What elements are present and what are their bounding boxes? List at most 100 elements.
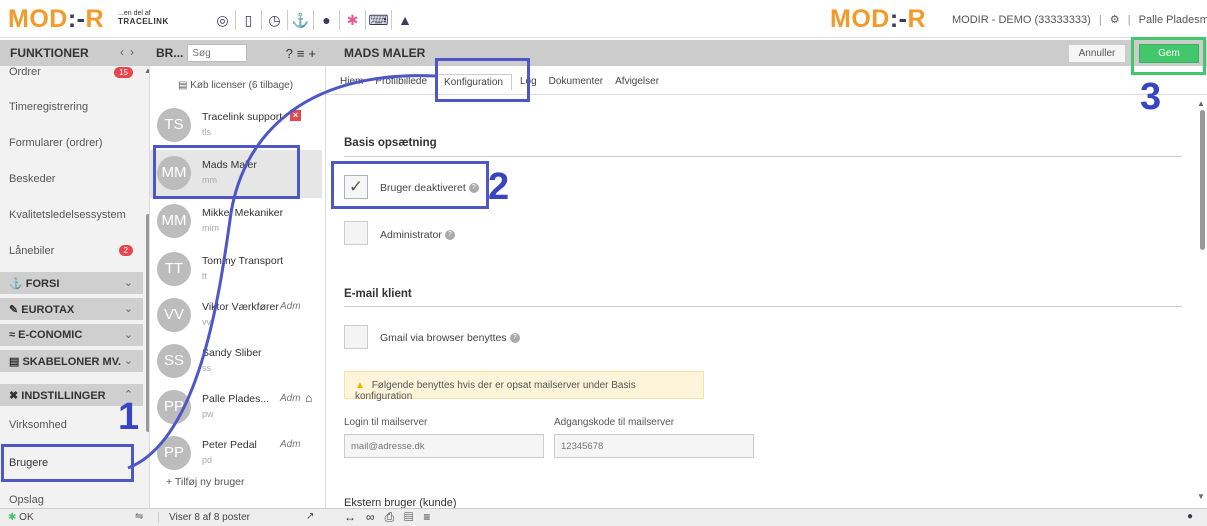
functions-title: FUNKTIONER bbox=[10, 46, 89, 60]
gmail-label: Gmail via browser benyttes? bbox=[380, 332, 520, 344]
step-number-2: 2 bbox=[488, 166, 510, 208]
gear-icon[interactable]: ⚙ bbox=[1110, 14, 1120, 26]
filter-icon[interactable]: ⇋ bbox=[135, 511, 143, 522]
scroll-down-icon[interactable]: ▼ bbox=[1197, 492, 1205, 501]
tab-hjem[interactable]: Hjem bbox=[340, 74, 363, 90]
avatar: TT bbox=[157, 252, 191, 286]
user-name: Viktor Værkfører bbox=[202, 301, 279, 313]
sidebar-item-ordrer[interactable]: Ordrer 15 bbox=[0, 66, 143, 78]
status-tools: ↔∞⎙▤≡ bbox=[344, 510, 440, 525]
sidebar-item-beskeder[interactable]: Beskeder bbox=[0, 173, 143, 185]
section-divider bbox=[344, 156, 1182, 157]
status-bar: ✱ OK ⇋ Viser 8 af 8 poster ↗ ↔∞⎙▤≡ ● bbox=[0, 508, 1207, 526]
user-initials: ss bbox=[202, 363, 211, 373]
anchor-icon: ⚓ bbox=[9, 278, 23, 290]
buy-licenses-button[interactable]: ▤ Køb licenser (6 tilbage) bbox=[178, 80, 293, 91]
user-row[interactable]: SS Sandy Sliber ss bbox=[150, 338, 322, 386]
user-name[interactable]: Palle Pladesmed bbox=[1139, 14, 1207, 26]
user-row[interactable]: VV Viktor Værkfører vv Adm bbox=[150, 292, 322, 340]
highlight-mads-maler bbox=[153, 145, 300, 199]
top-bar: MOD:-R ...en del af TRACELINK ◎ ▯ ◷ ⚓ ● … bbox=[0, 0, 1207, 38]
add-icon[interactable]: + bbox=[308, 46, 320, 61]
section-divider bbox=[344, 306, 1182, 307]
keyboard-icon[interactable]: ⌨ bbox=[366, 10, 392, 30]
user-initials: tt bbox=[202, 271, 208, 281]
print-icon[interactable]: ⎙ bbox=[385, 510, 405, 524]
anchor-icon[interactable]: ⚓ bbox=[288, 10, 314, 30]
section-eurotax[interactable]: ✎ EUROTAX ⌄ bbox=[0, 298, 143, 320]
warning-icon[interactable]: ▲ bbox=[392, 10, 418, 30]
user-role: Adm bbox=[280, 301, 301, 312]
user-row[interactable]: TT Tommy Transport tt bbox=[150, 246, 322, 294]
user-name: Mikkel Mekaniker bbox=[202, 207, 284, 219]
apps-icon[interactable]: ✱ bbox=[340, 10, 366, 30]
add-user-button[interactable]: + Tilføj ny bruger bbox=[166, 476, 245, 488]
scroll-up-icon[interactable]: ▲ bbox=[1197, 99, 1205, 108]
modir-logo[interactable]: MOD:-R bbox=[8, 5, 104, 34]
chat-icon[interactable]: ● bbox=[1187, 511, 1193, 522]
menu-icon[interactable]: ≡ bbox=[423, 510, 440, 524]
tab-profilbillede[interactable]: Profilbillede bbox=[375, 74, 427, 90]
password-input[interactable] bbox=[554, 434, 754, 458]
sidebar-item-kvalitet[interactable]: Kvalitetsledelsessystem bbox=[0, 209, 143, 221]
user-row[interactable]: TS Tracelink support tls × bbox=[150, 102, 322, 150]
sidebar: ▲ Ordrer 15 Timeregistrering Formularer … bbox=[0, 66, 150, 508]
step-number-1: 1 bbox=[118, 396, 140, 438]
search-input[interactable] bbox=[187, 44, 248, 62]
tracelink-sublogo: ...en del af TRACELINK bbox=[118, 10, 169, 26]
tab-afvigelser[interactable]: Afvigelser bbox=[615, 74, 659, 90]
main-scrollbar[interactable] bbox=[1200, 110, 1205, 250]
pdf-icon[interactable]: ▤ bbox=[404, 510, 423, 524]
layers-icon[interactable]: ≡ bbox=[297, 46, 309, 61]
user-name: Palle Plades... bbox=[202, 393, 270, 405]
collapse-chevrons-icon[interactable]: ‹› bbox=[120, 45, 140, 59]
list-title: BR... bbox=[156, 46, 184, 60]
chart-icon: ≈ bbox=[9, 329, 16, 341]
user-row[interactable]: PP Palle Plades... pw Adm ⌂ bbox=[150, 384, 322, 432]
highlight-konfiguration-tab bbox=[435, 58, 530, 102]
section-forsi[interactable]: ⚓ FORSI ⌄ bbox=[0, 272, 143, 294]
user-role: Adm bbox=[280, 393, 301, 404]
page-title: MADS MALER bbox=[344, 46, 426, 60]
cancel-button[interactable]: Annuller bbox=[1068, 44, 1126, 63]
section-title-basis: Basis opsætning bbox=[344, 137, 437, 149]
user-list: ▤ Køb licenser (6 tilbage) TS Tracelink … bbox=[150, 66, 326, 508]
width-icon[interactable]: ↔ bbox=[344, 510, 366, 524]
chat-icon[interactable]: ● bbox=[314, 10, 340, 30]
help-icon[interactable]: ? bbox=[444, 230, 455, 241]
section-economic[interactable]: ≈ E-CONOMIC ⌄ bbox=[0, 324, 143, 346]
user-initials: pw bbox=[202, 409, 214, 419]
sidebar-item-laanebiler[interactable]: Lånebiler 2 bbox=[0, 245, 143, 257]
link-icon[interactable]: ∞ bbox=[366, 510, 385, 524]
chevron-down-icon: ⌄ bbox=[123, 355, 133, 367]
phone-icon[interactable]: ▯ bbox=[236, 10, 262, 30]
user-role: Adm bbox=[280, 439, 301, 450]
help-icon[interactable]: ? bbox=[286, 46, 297, 61]
sidebar-item-formularer[interactable]: Formularer (ordrer) bbox=[0, 137, 143, 149]
login-input[interactable] bbox=[344, 434, 544, 458]
help-icon[interactable]: ? bbox=[509, 333, 520, 344]
gmail-checkbox[interactable] bbox=[344, 325, 368, 349]
avatar: MM bbox=[157, 204, 191, 238]
user-name: Peter Pedal bbox=[202, 439, 257, 451]
tab-dokumenter[interactable]: Dokumenter bbox=[549, 74, 603, 90]
sidebar-item-opslag[interactable]: Opslag bbox=[0, 494, 143, 506]
user-row[interactable]: MM Mikkel Mekaniker mim bbox=[150, 198, 322, 246]
status-ok: ✱ OK bbox=[8, 512, 34, 523]
administrator-checkbox[interactable] bbox=[344, 221, 368, 245]
administrator-label: Administrator? bbox=[380, 229, 455, 241]
lifebuoy-icon[interactable]: ◎ bbox=[210, 10, 236, 30]
section-skabeloner[interactable]: ▤ SKABELONER MV. ⌄ bbox=[0, 350, 143, 372]
step-number-3: 3 bbox=[1140, 76, 1162, 118]
ok-icon: ✱ bbox=[8, 512, 17, 523]
clock-icon[interactable]: ◷ bbox=[262, 10, 288, 30]
sidebar-item-timeregistrering[interactable]: Timeregistrering bbox=[0, 101, 143, 113]
share-icon[interactable]: ↗ bbox=[306, 511, 314, 522]
user-row[interactable]: PP Peter Pedal pd Adm bbox=[150, 430, 322, 478]
avatar: PP bbox=[157, 390, 191, 424]
modir-logo-right: MOD:-R bbox=[830, 5, 927, 33]
avatar: VV bbox=[157, 298, 191, 332]
home-icon: ⌂ bbox=[305, 391, 313, 405]
close-icon[interactable]: × bbox=[290, 110, 301, 121]
chevron-down-icon: ⌄ bbox=[123, 277, 133, 289]
